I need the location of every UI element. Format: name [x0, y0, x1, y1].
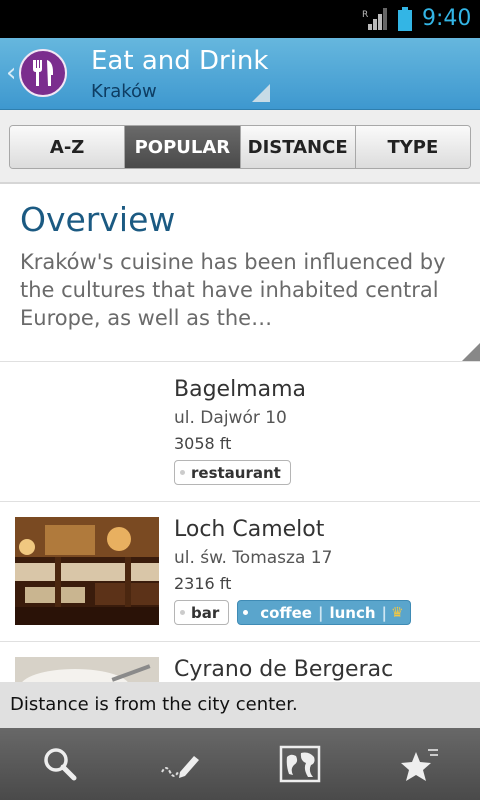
tab-distance[interactable]: DISTANCE — [240, 126, 356, 168]
expand-corner-icon[interactable] — [462, 343, 480, 361]
tag-group-highlight[interactable]: coffee | lunch | ♛ — [237, 600, 411, 625]
tab-a-z[interactable]: A-Z — [10, 126, 126, 168]
overview-section[interactable]: Overview Kraków's cuisine has been influ… — [0, 186, 480, 362]
bottom-nav — [0, 728, 480, 800]
listing-tags: restaurant — [174, 460, 291, 485]
status-bar: R 9:40 — [0, 0, 480, 38]
listing-name: Loch Camelot — [174, 517, 325, 542]
listing-name: Cyrano de Bergerac — [174, 657, 394, 682]
overview-text: Kraków's cuisine has been influenced by … — [20, 250, 446, 330]
write-review-icon — [161, 756, 199, 778]
sort-tabs: A-Z POPULAR DISTANCE TYPE — [9, 125, 471, 169]
signal-icon: R — [362, 8, 387, 30]
search-icon — [44, 748, 77, 781]
roaming-indicator: R — [362, 10, 368, 20]
tag-lunch: lunch — [329, 603, 376, 622]
tab-popular[interactable]: POPULAR — [125, 126, 241, 168]
list-item[interactable]: Bagelmama ul. Dajwór 10 3058 ft restaura… — [0, 362, 480, 502]
chevron-left-icon[interactable]: ‹ — [6, 58, 16, 88]
action-bar: ‹ Eat and Drink Kraków — [0, 38, 480, 110]
map-button[interactable] — [240, 728, 360, 800]
fork-knife-glyph — [33, 60, 53, 86]
listing-photo — [15, 517, 159, 625]
listing-name: Bagelmama — [174, 377, 307, 402]
clock: 9:40 — [422, 6, 472, 31]
map-icon — [279, 745, 321, 783]
listing-address: ul. św. Tomasza 17 — [174, 548, 333, 568]
favorites-button[interactable] — [360, 728, 480, 800]
toast-text: Distance is from the city center. — [10, 694, 298, 715]
overview-title: Overview — [20, 200, 176, 239]
write-review-button[interactable] — [120, 728, 240, 800]
tag-restaurant[interactable]: restaurant — [174, 460, 291, 485]
tag-bar[interactable]: bar — [174, 600, 230, 625]
crown-icon: ♛ — [391, 604, 404, 621]
toast: Distance is from the city center. — [0, 682, 480, 728]
spinner-arrow-icon[interactable] — [252, 84, 270, 102]
search-button[interactable] — [0, 728, 120, 800]
tag-coffee: coffee — [260, 603, 312, 622]
favorites-icon — [401, 749, 438, 781]
tab-type[interactable]: TYPE — [355, 126, 470, 168]
listing-tags: bar coffee | lunch | ♛ — [174, 600, 411, 625]
fork-knife-icon[interactable] — [19, 49, 67, 97]
sort-tab-bar: A-Z POPULAR DISTANCE TYPE — [0, 110, 480, 184]
listing-distance: 3058 ft — [174, 434, 232, 453]
battery-icon — [398, 7, 412, 31]
list-item[interactable]: Loch Camelot ul. św. Tomasza 17 2316 ft … — [0, 502, 480, 642]
listing-distance: 2316 ft — [174, 574, 232, 593]
city-spinner[interactable]: Kraków — [91, 81, 157, 102]
page-title: Eat and Drink — [91, 46, 269, 76]
listing-address: ul. Dajwór 10 — [174, 408, 287, 428]
